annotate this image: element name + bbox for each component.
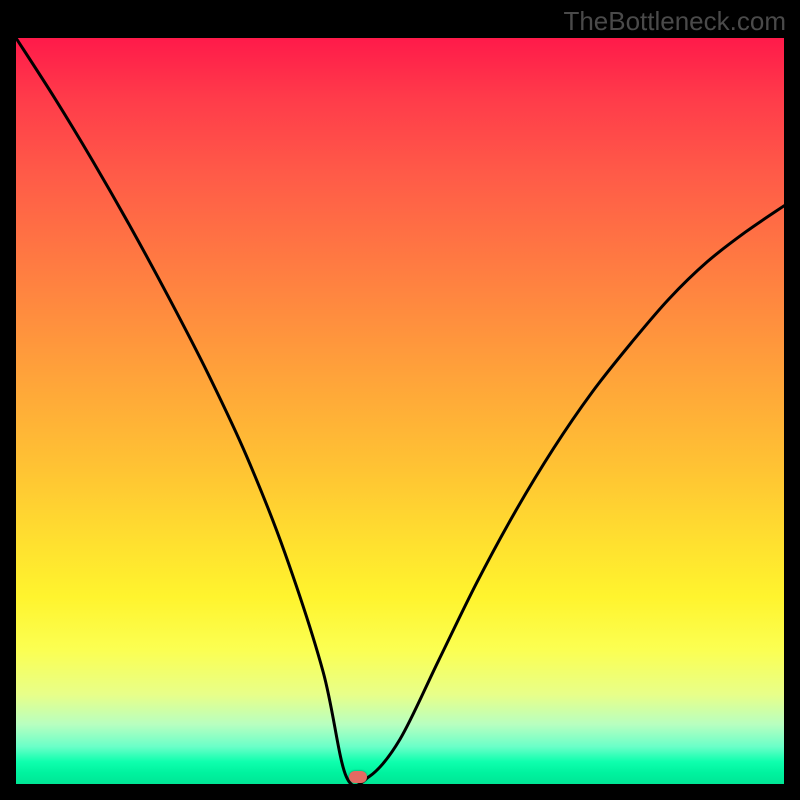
minimum-marker-icon [349, 771, 367, 783]
curve-svg [16, 38, 784, 784]
bottleneck-curve [16, 38, 784, 784]
plot-area [16, 38, 784, 784]
watermark-text: TheBottleneck.com [563, 6, 786, 37]
chart-frame: TheBottleneck.com [0, 0, 800, 800]
